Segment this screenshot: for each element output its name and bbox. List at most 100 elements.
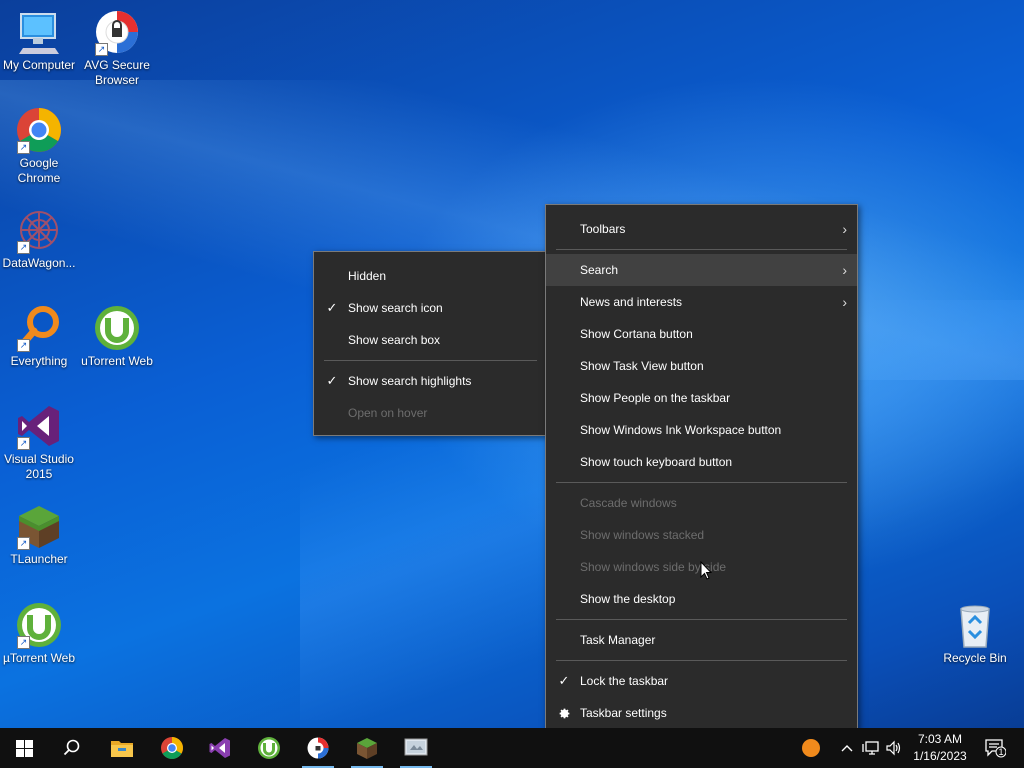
menu-item-hidden[interactable]: Hidden bbox=[314, 260, 547, 292]
menu-item-label: Toolbars bbox=[580, 222, 626, 236]
menu-item-label: Open on hover bbox=[348, 406, 428, 420]
utorrent-icon: ↗ bbox=[15, 601, 63, 649]
taskbar-tlauncher[interactable] bbox=[343, 728, 391, 768]
desktop-icon-tlauncher[interactable]: ↗ TLauncher bbox=[0, 502, 78, 567]
chevron-right-icon: › bbox=[842, 294, 847, 310]
desktop-icon-label: TLauncher bbox=[10, 552, 68, 566]
menu-item-label: Show windows stacked bbox=[580, 528, 705, 542]
clock-time: 7:03 AM bbox=[917, 732, 963, 746]
menu-separator bbox=[556, 660, 847, 661]
desktop-icon-everything[interactable]: ↗ Everything bbox=[0, 304, 78, 369]
menu-item-show-touch-keyboard[interactable]: Show touch keyboard button bbox=[546, 446, 857, 478]
taskbar: 7:03 AM 1/16/2023 1 bbox=[0, 728, 1024, 768]
menu-item-show-search-highlights[interactable]: ✓ Show search highlights bbox=[314, 365, 547, 397]
menu-item-show-cortana-button[interactable]: Show Cortana button bbox=[546, 318, 857, 350]
desktop-icon-utorrent-web-2[interactable]: ↗ µTorrent Web bbox=[0, 601, 78, 666]
menu-item-open-on-hover: Open on hover bbox=[314, 397, 547, 429]
menu-item-toolbars[interactable]: Toolbars › bbox=[546, 213, 857, 245]
minecraft-icon bbox=[357, 738, 377, 759]
network-icon bbox=[862, 741, 879, 755]
desktop-icon-label: My Computer bbox=[2, 58, 76, 72]
taskbar-utorrent[interactable] bbox=[245, 728, 293, 768]
desktop-icon-my-computer[interactable]: My Computer bbox=[0, 8, 78, 73]
tray-app-icon[interactable] bbox=[800, 728, 822, 768]
menu-item-task-manager[interactable]: Task Manager bbox=[546, 624, 857, 656]
network-button[interactable] bbox=[860, 728, 882, 768]
checkmark-icon: ✓ bbox=[558, 673, 570, 688]
menu-item-label: Show People on the taskbar bbox=[580, 391, 731, 405]
desktop-icon-visual-studio[interactable]: ↗ Visual Studio 2015 bbox=[0, 402, 78, 482]
menu-separator bbox=[556, 619, 847, 620]
menu-item-show-search-icon[interactable]: ✓ Show search icon bbox=[314, 292, 547, 324]
desktop-icon-label: uTorrent Web bbox=[81, 354, 153, 368]
notification-count-badge: 1 bbox=[998, 747, 1004, 757]
taskbar-file-explorer[interactable] bbox=[98, 728, 146, 768]
menu-item-news-and-interests[interactable]: News and interests › bbox=[546, 286, 857, 318]
taskbar-avg-browser[interactable] bbox=[294, 728, 342, 768]
avg-browser-icon bbox=[307, 737, 329, 759]
menu-item-label: Show search highlights bbox=[348, 374, 472, 388]
shortcut-arrow-icon: ↗ bbox=[17, 241, 30, 254]
menu-item-show-windows-stacked: Show windows stacked bbox=[546, 519, 857, 551]
action-center-button[interactable]: 1 bbox=[980, 728, 1010, 768]
desktop-icon-label: Visual Studio 2015 bbox=[4, 452, 74, 481]
menu-item-taskbar-settings[interactable]: Taskbar settings bbox=[546, 697, 857, 729]
menu-item-label: Taskbar settings bbox=[580, 706, 667, 720]
mouse-cursor-icon bbox=[700, 560, 713, 585]
desktop-icon-datawagon[interactable]: ↗ DataWagon... bbox=[0, 206, 78, 271]
shortcut-arrow-icon: ↗ bbox=[17, 339, 30, 352]
app-icon bbox=[404, 738, 428, 756]
menu-item-label: Show search box bbox=[348, 333, 441, 347]
search-icon bbox=[63, 739, 80, 756]
shortcut-arrow-icon: ↗ bbox=[17, 537, 30, 550]
menu-item-show-search-box[interactable]: Show search box bbox=[314, 324, 547, 356]
file-explorer-icon bbox=[111, 741, 133, 757]
menu-item-label: Show search icon bbox=[348, 301, 443, 315]
menu-item-show-the-desktop[interactable]: Show the desktop bbox=[546, 583, 857, 615]
minecraft-block-icon: ↗ bbox=[15, 502, 63, 550]
menu-item-label: Show Cortana button bbox=[580, 327, 693, 341]
desktop-icon-utorrent-web[interactable]: uTorrent Web bbox=[78, 304, 156, 369]
chevron-up-icon bbox=[841, 745, 853, 752]
taskbar-context-menu: Toolbars › Search › News and interests ›… bbox=[545, 204, 858, 736]
menu-item-label: Lock the taskbar bbox=[580, 674, 669, 688]
menu-item-lock-the-taskbar[interactable]: ✓ Lock the taskbar bbox=[546, 665, 857, 697]
desktop-icon-recycle-bin[interactable]: Recycle Bin bbox=[936, 601, 1014, 666]
desktop-icon-google-chrome[interactable]: ↗ Google Chrome bbox=[0, 106, 78, 186]
shortcut-arrow-icon: ↗ bbox=[95, 43, 108, 56]
menu-item-show-people[interactable]: Show People on the taskbar bbox=[546, 382, 857, 414]
gear-icon bbox=[556, 697, 572, 729]
chrome-icon: ↗ bbox=[15, 106, 63, 154]
desktop-icon-label: AVG Secure Browser bbox=[84, 58, 150, 87]
menu-item-search[interactable]: Search › bbox=[546, 254, 857, 286]
visual-studio-icon: ↗ bbox=[15, 402, 63, 450]
desktop-icon-label: Everything bbox=[10, 354, 68, 368]
clock-date: 1/16/2023 bbox=[913, 749, 967, 763]
taskbar-visual-studio[interactable] bbox=[196, 728, 244, 768]
menu-item-label: Show the desktop bbox=[580, 592, 676, 606]
taskbar-search-button[interactable] bbox=[48, 728, 96, 768]
menu-item-show-task-view-button[interactable]: Show Task View button bbox=[546, 350, 857, 382]
orange-circle-icon bbox=[802, 739, 820, 757]
menu-separator bbox=[556, 249, 847, 250]
taskbar-clock[interactable]: 7:03 AM 1/16/2023 bbox=[904, 728, 976, 768]
recycle-bin-icon bbox=[951, 601, 999, 649]
taskbar-app[interactable] bbox=[392, 728, 440, 768]
show-hidden-icons-button[interactable] bbox=[837, 728, 857, 768]
avg-browser-icon: ↗ bbox=[93, 8, 141, 56]
menu-item-label: Hidden bbox=[348, 269, 387, 283]
checkmark-icon: ✓ bbox=[326, 373, 338, 388]
everything-search-icon: ↗ bbox=[15, 304, 63, 352]
menu-item-label: News and interests bbox=[580, 295, 683, 309]
checkmark-icon: ✓ bbox=[326, 300, 338, 315]
menu-item-label: Search bbox=[580, 263, 619, 277]
menu-item-show-windows-ink[interactable]: Show Windows Ink Workspace button bbox=[546, 414, 857, 446]
search-submenu: Hidden ✓ Show search icon Show search bo… bbox=[313, 251, 548, 436]
speaker-icon bbox=[886, 740, 901, 756]
computer-icon bbox=[15, 8, 63, 56]
taskbar-chrome[interactable] bbox=[148, 728, 196, 768]
start-button[interactable] bbox=[0, 728, 48, 768]
chevron-right-icon: › bbox=[842, 262, 847, 278]
volume-button[interactable] bbox=[883, 728, 905, 768]
desktop-icon-avg-secure-browser[interactable]: ↗ AVG Secure Browser bbox=[78, 8, 156, 88]
